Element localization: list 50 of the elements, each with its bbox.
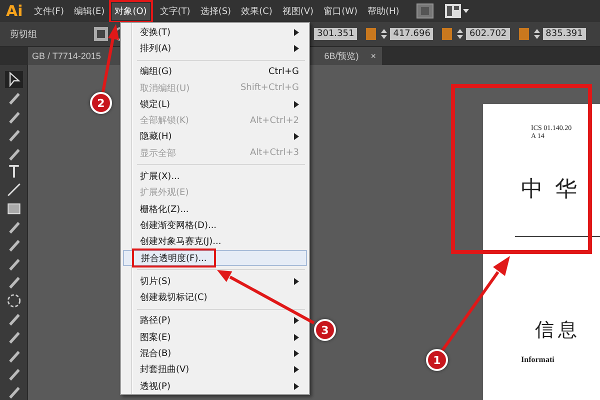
bridge-icon[interactable] (416, 3, 434, 19)
document-tab-title: 6B/预览) (324, 50, 359, 62)
menu-item[interactable]: 创建裁切标记(C) (123, 289, 307, 306)
menu-item[interactable]: 透视(P) (123, 378, 307, 394)
coordinate-field[interactable]: 417.696 (390, 28, 434, 40)
rotate-icon[interactable] (4, 292, 22, 308)
menu-bar-item[interactable]: 窗口(W) (320, 2, 360, 20)
pointer-arrow (102, 24, 119, 92)
shortcut-label: Ctrl+G (268, 66, 299, 77)
menu-bar-item[interactable]: 视图(V) (279, 2, 317, 20)
menu-item[interactable]: 创建渐变网格(D)... (123, 217, 307, 234)
menu-item[interactable]: 拼合透明度(F)... (123, 250, 307, 266)
clip-group-icon[interactable] (93, 26, 109, 42)
menu-item[interactable]: 栅格化(Z)... (123, 200, 307, 218)
width-icon (441, 27, 454, 41)
y-icon (365, 27, 378, 41)
menu-bar-item[interactable]: 编辑(E) (70, 2, 108, 20)
menu-item[interactable]: 混合(B) (123, 345, 307, 362)
layout-icon[interactable] (444, 3, 470, 19)
menu-item[interactable]: 扩展(X)... (123, 168, 307, 185)
menu-item[interactable]: 变换(T) (123, 24, 307, 40)
menu-bar-item[interactable]: 帮助(H) (364, 2, 402, 20)
shortcut-label: Alt+Ctrl+3 (250, 148, 299, 158)
menu-bar-item[interactable]: 效果(C) (238, 2, 276, 20)
menu-item[interactable]: 排列(A) (123, 40, 307, 57)
menu-item[interactable]: 图案(E) (123, 329, 307, 346)
selection-type-label: 剪切组 (10, 28, 37, 40)
shortcut-label: Alt+Ctrl+2 (250, 116, 299, 126)
close-tab-button[interactable]: × (370, 51, 376, 61)
coordinate-field[interactable]: 301.351 (314, 28, 358, 40)
menu-bar-item[interactable]: 选择(S) (197, 2, 234, 20)
menu-item[interactable]: 隐藏(H) (123, 128, 307, 146)
standard-title: 信息 (535, 319, 582, 343)
standard-heading: 中华 (521, 175, 590, 203)
menu-item[interactable]: 封套扭曲(V) (123, 362, 307, 378)
menu-item[interactable]: 切片(S) (123, 273, 307, 290)
menu-bar-item[interactable]: 文件(F) (30, 2, 67, 20)
english-title: Informati (521, 355, 556, 364)
coordinate-field[interactable]: 602.702 (466, 28, 510, 40)
menu-item[interactable]: 创建对象马赛克(J)... (123, 234, 307, 250)
shortcut-label: Shift+Ctrl+G (240, 83, 299, 94)
coordinate-field[interactable]: 835.391 (542, 28, 586, 40)
menu-item[interactable]: 编组(G) Ctrl+G (123, 64, 307, 80)
document-tab-title: GB / T7714-2015 (32, 51, 101, 61)
app-logo: Ai (6, 2, 23, 20)
height-icon (518, 27, 530, 41)
menu-bar-item[interactable]: 文字(T) (156, 2, 194, 20)
menu-item[interactable]: 路径(P) (123, 312, 307, 330)
menu-item[interactable]: 锁定(L) (123, 96, 307, 112)
menu-bar-item[interactable]: 对象(O) (112, 2, 150, 20)
